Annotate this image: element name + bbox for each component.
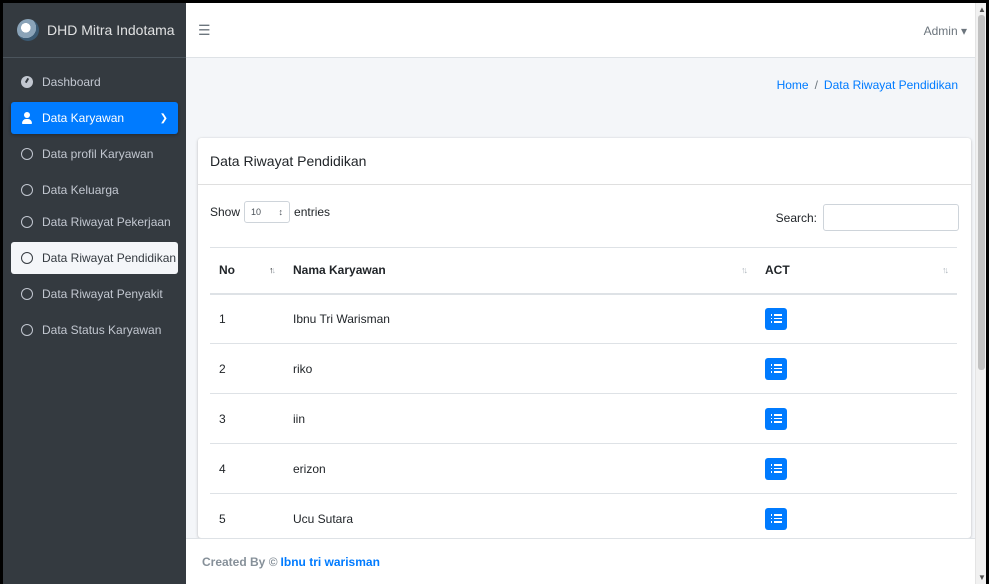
scrollbar-thumb[interactable]	[978, 15, 985, 370]
circle-icon	[21, 184, 33, 196]
cell-no: 4	[210, 443, 284, 494]
menu-toggle-icon[interactable]: ☰	[198, 22, 211, 39]
column-header-act[interactable]: ACT ↑↓	[756, 247, 957, 295]
cell-no: 2	[210, 343, 284, 394]
show-label: Show	[210, 205, 241, 219]
select-arrows-icon: ↕	[278, 207, 284, 217]
sidebar-item-label: Data Riwayat Penyakit	[42, 287, 163, 301]
user-icon	[21, 112, 33, 124]
sidebar-item-label: Data Karyawan	[42, 111, 125, 125]
list-icon	[770, 464, 782, 473]
sidebar-item-label: Dashboard	[42, 75, 101, 89]
column-header-nama[interactable]: Nama Karyawan ↑↓	[284, 247, 756, 295]
column-header-no[interactable]: No ↑↓	[210, 247, 284, 295]
entries-length-control: Show 10 ↕ entries	[210, 201, 330, 223]
detail-button[interactable]	[765, 307, 787, 330]
breadcrumb-separator: /	[814, 78, 818, 92]
user-dropdown[interactable]: Admin ▾	[924, 24, 967, 38]
table-row: 2 riko	[210, 343, 957, 394]
scroll-down-icon[interactable]: ▼	[978, 573, 986, 582]
sidebar-item-dashboard[interactable]: Dashboard	[11, 66, 178, 98]
detail-button[interactable]	[765, 507, 787, 530]
employee-table: No ↑↓ Nama Karyawan ↑↓ ACT ↑↓ 1 Ibnu Tri…	[210, 247, 957, 538]
search-control: Search:	[776, 204, 959, 231]
search-label: Search:	[775, 210, 817, 225]
cell-no: 5	[210, 493, 284, 538]
sidebar-item-data-profil-karyawan[interactable]: Data profil Karyawan	[11, 138, 178, 170]
card-title: Data Riwayat Pendidikan	[198, 138, 971, 185]
brand-link[interactable]: DHD Mitra Indotama	[3, 3, 186, 58]
sort-icon: ↑↓	[269, 265, 276, 275]
sidebar-nav: Dashboard Data Karyawan ❯ Data profil Ka…	[3, 58, 186, 346]
circle-icon	[21, 252, 33, 264]
brand-title: DHD Mitra Indotama	[47, 22, 175, 38]
entries-label: entries	[294, 205, 331, 219]
table-header-row: No ↑↓ Nama Karyawan ↑↓ ACT ↑↓	[210, 247, 957, 295]
list-icon	[770, 514, 782, 523]
entries-select[interactable]: 10 ↕	[244, 201, 291, 223]
cell-no: 1	[210, 293, 284, 344]
sidebar-item-data-riwayat-penyakit[interactable]: Data Riwayat Penyakit	[11, 278, 178, 310]
circle-icon	[21, 148, 33, 160]
top-navbar: ☰ Admin ▾	[186, 3, 975, 58]
cell-nama: erizon	[284, 443, 756, 494]
circle-icon	[21, 324, 33, 336]
list-icon	[770, 314, 782, 323]
sidebar-item-data-status-karyawan[interactable]: Data Status Karyawan	[11, 314, 178, 346]
sidebar: DHD Mitra Indotama Dashboard Data Karyaw…	[3, 3, 186, 584]
sidebar-item-data-keluarga[interactable]: Data Keluarga	[11, 174, 178, 206]
data-card: Data Riwayat Pendidikan Show 10 ↕ entrie…	[198, 138, 971, 538]
table-controls: Show 10 ↕ entries Search:	[198, 185, 971, 233]
footer-prefix: Created By ©	[202, 554, 278, 569]
table-row: 1 Ibnu Tri Warisman	[210, 293, 957, 344]
footer: Created By © Ibnu tri warisman	[186, 538, 975, 584]
table-row: 4 erizon	[210, 443, 957, 494]
breadcrumb: Home / Data Riwayat Pendidikan	[777, 78, 958, 92]
breadcrumb-current: Data Riwayat Pendidikan	[823, 78, 958, 92]
sidebar-item-label: Data profil Karyawan	[42, 147, 154, 161]
sidebar-item-label: Data Riwayat Pendidikan	[42, 251, 177, 265]
cell-nama: riko	[284, 343, 756, 394]
breadcrumb-home-link[interactable]: Home	[777, 78, 809, 92]
detail-button[interactable]	[765, 407, 787, 430]
sort-icon: ↑↓	[741, 265, 748, 275]
brand-logo-icon	[17, 19, 39, 41]
scroll-up-icon[interactable]: ▲	[978, 5, 986, 14]
search-input[interactable]	[823, 204, 959, 231]
detail-button[interactable]	[765, 457, 787, 480]
sidebar-item-label: Data Keluarga	[42, 183, 119, 197]
sidebar-item-data-riwayat-pekerjaan[interactable]: Data Riwayat Pekerjaan	[11, 206, 178, 238]
sidebar-item-label: Data Riwayat Pekerjaan	[42, 215, 171, 229]
cell-nama: Ucu Sutara	[284, 493, 756, 538]
list-icon	[770, 364, 782, 373]
table-row: 3 iin	[210, 393, 957, 444]
chevron-down-icon: ❯	[159, 112, 168, 124]
entries-select-value: 10	[251, 207, 262, 217]
list-icon	[770, 414, 782, 423]
cell-no: 3	[210, 393, 284, 444]
cell-nama: iin	[284, 393, 756, 444]
page-scrollbar[interactable]: ▲ ▼	[975, 3, 986, 584]
table-row: 5 Ucu Sutara	[210, 493, 957, 538]
sidebar-item-data-riwayat-pendidikan[interactable]: Data Riwayat Pendidikan	[11, 242, 178, 274]
sidebar-item-data-karyawan[interactable]: Data Karyawan ❯	[11, 102, 178, 134]
circle-icon	[21, 216, 33, 228]
cell-nama: Ibnu Tri Warisman	[284, 293, 756, 344]
dashboard-icon	[21, 76, 33, 88]
footer-author-link[interactable]: Ibnu tri warisman	[281, 555, 380, 569]
sidebar-item-label: Data Status Karyawan	[42, 323, 162, 337]
circle-icon	[21, 288, 33, 300]
sort-icon: ↑↓	[942, 265, 949, 275]
detail-button[interactable]	[765, 357, 787, 380]
app-window: DHD Mitra Indotama Dashboard Data Karyaw…	[3, 3, 986, 584]
